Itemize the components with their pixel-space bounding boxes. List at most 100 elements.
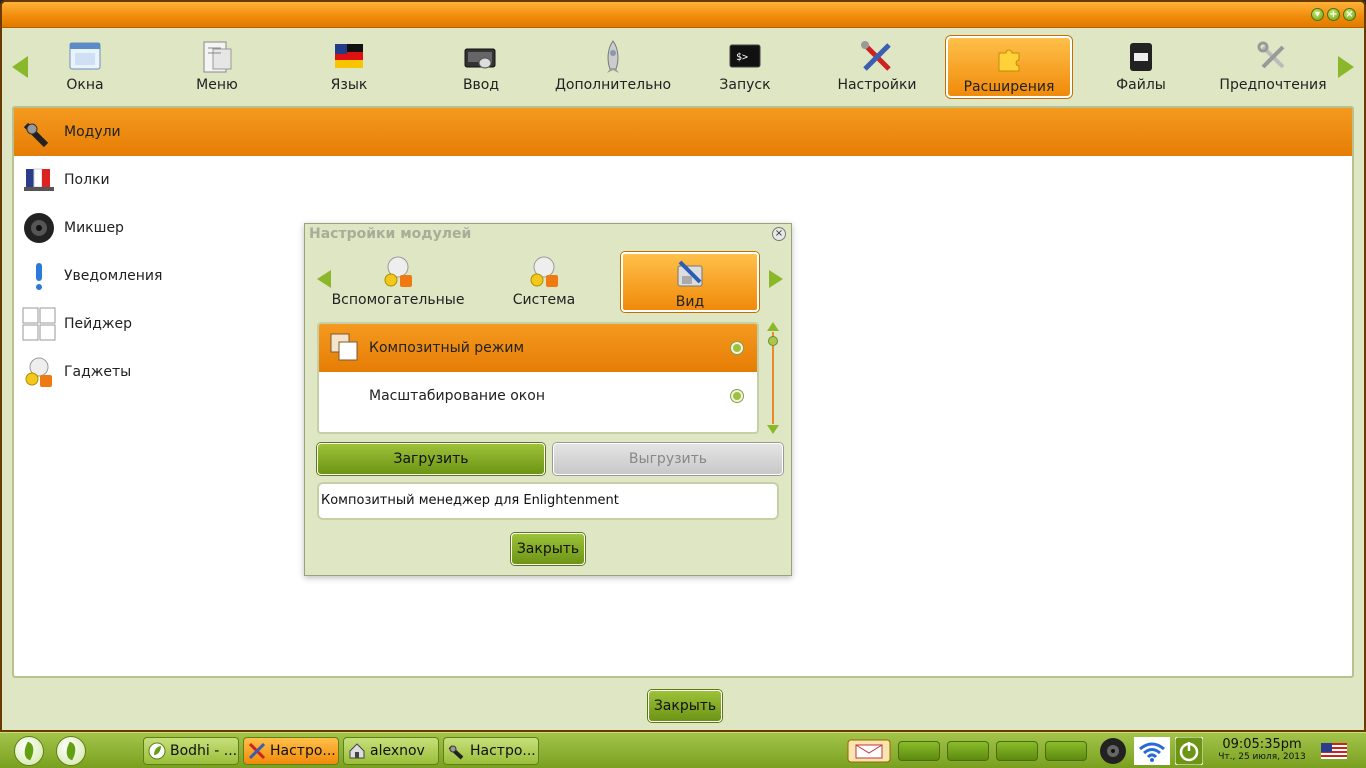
- module-item-scale-windows[interactable]: Масштабирование окон: [319, 372, 757, 420]
- composite-icon: [329, 332, 361, 364]
- category-label: Язык: [330, 77, 368, 93]
- leaf-icon: [148, 742, 166, 760]
- category-files[interactable]: Файлы: [1078, 36, 1204, 98]
- module-label: Композитный режим: [369, 340, 525, 356]
- power-icon[interactable]: [1174, 736, 1204, 766]
- task-settings-active[interactable]: Настро...: [243, 737, 339, 765]
- title-bar[interactable]: ▾ + ×: [2, 2, 1364, 28]
- dialog-next-arrow-icon[interactable]: [769, 270, 783, 288]
- tab-look[interactable]: Вид: [621, 252, 759, 312]
- task-bodhi[interactable]: Bodhi - ...: [143, 737, 239, 765]
- category-advanced[interactable]: Дополнительно: [550, 36, 676, 98]
- launcher-leaf-icon[interactable]: [56, 736, 86, 766]
- svg-text:$>: $>: [736, 52, 748, 63]
- tools-icon: [859, 39, 895, 75]
- gadgets-icon: [526, 254, 562, 290]
- taskbar: Bodhi - ... Настро... alexnov Настро... …: [0, 732, 1366, 768]
- plug-icon: [448, 742, 466, 760]
- module-status-indicator: [731, 342, 743, 354]
- plug-icon: [22, 115, 56, 149]
- gadgets-icon: [22, 355, 56, 389]
- tab-utilities[interactable]: Вспомогательные: [329, 252, 467, 312]
- list-item-label: Уведомления: [64, 268, 163, 284]
- category-label: Предпочтения: [1219, 77, 1327, 93]
- tab-label: Вспомогательные: [331, 292, 465, 308]
- pager-icon: [22, 307, 56, 341]
- dialog-close-icon[interactable]: ×: [772, 227, 786, 241]
- category-label: Файлы: [1116, 77, 1166, 93]
- tab-system[interactable]: Система: [475, 252, 613, 312]
- category-extensions[interactable]: Расширения: [946, 36, 1072, 98]
- module-label: Масштабирование окон: [369, 388, 545, 404]
- shelf-icon: [22, 163, 56, 197]
- list-item-label: Пейджер: [64, 316, 133, 332]
- blank-icon: [329, 380, 361, 412]
- gadgets-icon: [380, 254, 416, 290]
- minimize-button[interactable]: ▾: [1311, 8, 1324, 21]
- clock-time: 09:05:35pm: [1222, 737, 1302, 752]
- wifi-icon[interactable]: [1134, 737, 1170, 765]
- module-list: Композитный режим Масштабирование окон: [317, 322, 759, 434]
- module-status-indicator: [731, 390, 743, 402]
- mail-icon[interactable]: [847, 739, 891, 767]
- exclamation-icon: [22, 259, 56, 293]
- category-menu[interactable]: Меню: [154, 36, 280, 98]
- category-language[interactable]: Язык: [286, 36, 412, 98]
- category-label: Расширения: [963, 79, 1055, 95]
- rocket-icon: [595, 39, 631, 75]
- task-home-folder[interactable]: alexnov: [343, 737, 439, 765]
- category-label: Запуск: [719, 77, 771, 93]
- puzzle-icon: [991, 41, 1027, 77]
- files-icon: [1123, 39, 1159, 75]
- list-item-label: Гаджеты: [64, 364, 132, 380]
- category-label: Дополнительно: [554, 77, 672, 93]
- module-list-scrollbar[interactable]: [767, 322, 779, 434]
- scroll-thumb[interactable]: [768, 336, 778, 346]
- desktop-pager-4[interactable]: [1045, 741, 1087, 761]
- look-icon: [672, 256, 708, 292]
- clock[interactable]: 09:05:35pm Чт., 25 июля, 2013: [1214, 738, 1310, 763]
- category-label: Настройки: [837, 77, 917, 93]
- desktop-pager-2[interactable]: [947, 741, 989, 761]
- module-settings-dialog: Настройки модулей × Вспомогательные Сист…: [304, 223, 792, 576]
- task-settings[interactable]: Настро...: [443, 737, 539, 765]
- dialog-title[interactable]: Настройки модулей: [309, 226, 471, 242]
- category-preferences[interactable]: Предпочтения: [1210, 36, 1336, 98]
- tools-icon: [248, 742, 266, 760]
- list-item-modules[interactable]: Модули: [14, 108, 1352, 156]
- load-button[interactable]: Загрузить: [317, 443, 545, 475]
- language-flag-icon: [331, 39, 367, 75]
- scroll-down-arrow-icon[interactable]: [767, 425, 779, 434]
- task-label: alexnov: [370, 743, 425, 759]
- category-launch[interactable]: $> Запуск: [682, 36, 808, 98]
- wrench-icon: [1255, 39, 1291, 75]
- category-label: Ввод: [462, 77, 500, 93]
- close-window-button[interactable]: ×: [1343, 8, 1356, 21]
- start-menu-leaf-icon[interactable]: [14, 736, 44, 766]
- volume-speaker-icon[interactable]: [1099, 737, 1127, 765]
- us-flag-icon[interactable]: [1321, 743, 1347, 768]
- tab-label: Система: [512, 292, 576, 308]
- close-button[interactable]: Закрыть: [648, 690, 722, 722]
- category-settings[interactable]: Настройки: [814, 36, 940, 98]
- clock-date: Чт., 25 июля, 2013: [1218, 752, 1306, 762]
- dialog-close-button[interactable]: Закрыть: [511, 533, 585, 565]
- module-item-composite[interactable]: Композитный режим: [319, 324, 757, 372]
- category-windows[interactable]: Окна: [22, 36, 148, 98]
- maximize-button[interactable]: +: [1327, 8, 1340, 21]
- tab-label: Вид: [675, 294, 705, 310]
- unload-button[interactable]: Выгрузить: [553, 443, 783, 475]
- scroll-up-arrow-icon[interactable]: [767, 322, 779, 331]
- desktop-pager-1[interactable]: [898, 741, 940, 761]
- toolbar-next-arrow-icon[interactable]: [1338, 56, 1354, 78]
- task-label: Настро...: [270, 743, 336, 759]
- category-label: Меню: [196, 77, 238, 93]
- desktop-pager-3[interactable]: [996, 741, 1038, 761]
- category-input[interactable]: Ввод: [418, 36, 544, 98]
- list-item-label: Микшер: [64, 220, 124, 236]
- list-item-label: Модули: [64, 124, 121, 140]
- module-description: Композитный менеджер для Enlightenment: [317, 482, 779, 520]
- list-item-shelves[interactable]: Полки: [14, 156, 1352, 204]
- windows-icon: [67, 39, 103, 75]
- keyboard-mouse-icon: [463, 39, 499, 75]
